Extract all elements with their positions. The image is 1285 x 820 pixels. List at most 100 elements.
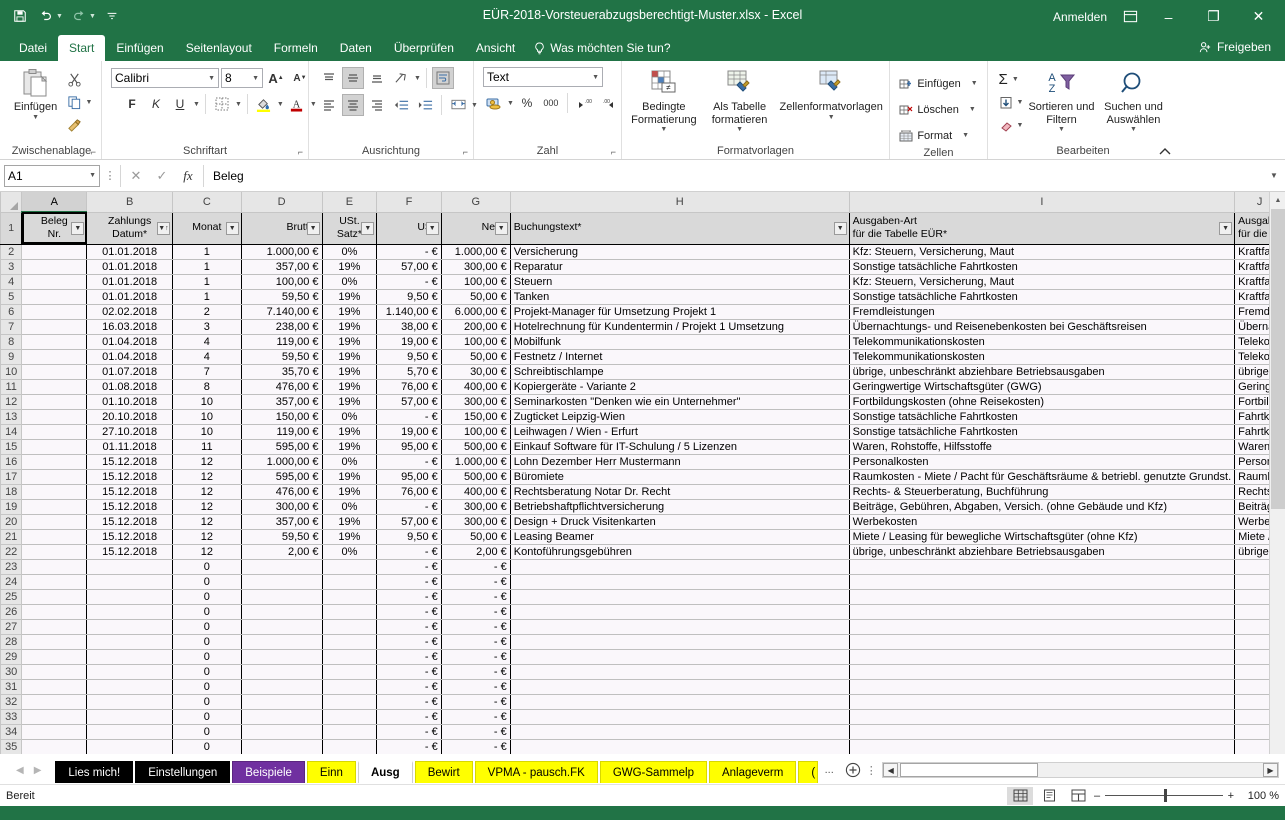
cell-beleg-nr[interactable] <box>22 469 87 484</box>
cell-buchungstext[interactable]: Schreibtischlampe <box>510 364 849 379</box>
cell-brutto[interactable]: 59,50 € <box>241 349 322 364</box>
sheet-tab-ausg[interactable]: Ausg <box>358 761 413 783</box>
cell-ust-satz[interactable] <box>322 694 377 709</box>
font-size-caret-icon[interactable]: ▼ <box>252 75 259 82</box>
delete-cells-button[interactable]: Löschen ▼ <box>896 99 980 120</box>
cell-brutto[interactable]: 357,00 € <box>241 259 322 274</box>
align-bottom-button[interactable] <box>366 67 388 89</box>
sheet-tab-vpma-pausch-fk[interactable]: VPMA - pausch.FK <box>475 761 598 783</box>
row-header[interactable]: 27 <box>1 619 22 634</box>
add-sheet-button[interactable] <box>842 759 864 781</box>
cell-ust[interactable]: 9,50 € <box>377 289 441 304</box>
cell-monat[interactable]: 0 <box>172 679 241 694</box>
bold-button[interactable]: F <box>121 93 143 115</box>
row-header[interactable]: 2 <box>1 244 22 259</box>
cell-monat[interactable]: 3 <box>172 319 241 334</box>
cell-ausgaben-art[interactable]: Sonstige tatsächliche Fahrtkosten <box>849 424 1234 439</box>
row-header[interactable]: 20 <box>1 514 22 529</box>
align-top-button[interactable] <box>318 67 340 89</box>
cell-zahlungsdatum[interactable] <box>87 664 173 679</box>
cell-beleg-nr[interactable] <box>22 379 87 394</box>
cell-beleg-nr[interactable] <box>22 364 87 379</box>
cell-ust[interactable]: - € <box>377 724 441 739</box>
cell-brutto[interactable]: 7.140,00 € <box>241 304 322 319</box>
cell-netto[interactable]: 100,00 € <box>441 274 510 289</box>
cell-ausgaben-art[interactable]: Kfz: Steuern, Versicherung, Maut <box>849 244 1234 259</box>
row-header[interactable]: 8 <box>1 334 22 349</box>
column-header-f[interactable]: F <box>377 192 441 212</box>
cell-ust-satz[interactable]: 19% <box>322 349 377 364</box>
cell-ausgaben-art[interactable] <box>849 709 1234 724</box>
cell-zahlungsdatum[interactable]: 01.10.2018 <box>87 394 173 409</box>
fill-color-caret-icon[interactable]: ▼ <box>277 101 284 108</box>
align-center-button[interactable] <box>342 94 364 116</box>
cell-ust-satz[interactable]: 0% <box>322 544 377 559</box>
cell-zahlungsdatum[interactable] <box>87 649 173 664</box>
cell-ausgaben-art[interactable] <box>849 634 1234 649</box>
cell-buchungstext[interactable]: Leasing Beamer <box>510 529 849 544</box>
cell-ausgaben-art[interactable] <box>849 694 1234 709</box>
cell-buchungstext[interactable]: Tanken <box>510 289 849 304</box>
cell-netto[interactable]: 150,00 € <box>441 409 510 424</box>
row-header[interactable]: 22 <box>1 544 22 559</box>
decrease-font-size-button[interactable]: A▼ <box>289 67 311 89</box>
cell-styles-caret-icon[interactable]: ▼ <box>828 114 835 122</box>
cell-monat[interactable]: 12 <box>172 499 241 514</box>
cell-zahlungsdatum[interactable]: 02.02.2018 <box>87 304 173 319</box>
row-header[interactable]: 10 <box>1 364 22 379</box>
cell-ust-satz[interactable]: 19% <box>322 424 377 439</box>
cell-ust[interactable]: 9,50 € <box>377 529 441 544</box>
cell-monat[interactable]: 0 <box>172 694 241 709</box>
cell-ust[interactable]: - € <box>377 664 441 679</box>
cell-ust-satz[interactable] <box>322 574 377 589</box>
cell-ust[interactable]: - € <box>377 634 441 649</box>
minimize-button[interactable]: – <box>1146 0 1191 33</box>
font-dialog-launcher-icon[interactable]: ⌐ <box>298 147 303 157</box>
cell-zahlungsdatum[interactable] <box>87 589 173 604</box>
cell-ust-satz[interactable] <box>322 649 377 664</box>
sort-filter-button[interactable]: AZ Sortieren und Filtern▼ <box>1026 65 1096 134</box>
cell-monat[interactable]: 12 <box>172 484 241 499</box>
row-header[interactable]: 35 <box>1 739 22 754</box>
cell-netto[interactable]: 50,00 € <box>441 529 510 544</box>
cell-ust-satz[interactable]: 0% <box>322 409 377 424</box>
zoom-in-button[interactable]: + <box>1228 790 1234 802</box>
cell-beleg-nr[interactable] <box>22 349 87 364</box>
ribbon-tab-daten[interactable]: Daten <box>329 35 383 61</box>
cell-zahlungsdatum[interactable]: 15.12.2018 <box>87 514 173 529</box>
row-header[interactable]: 29 <box>1 649 22 664</box>
cell-ust[interactable]: - € <box>377 694 441 709</box>
merge-cells-button[interactable] <box>447 94 469 116</box>
page-break-preview-button[interactable] <box>1065 787 1091 805</box>
clear-button[interactable]: ▼ <box>996 115 1027 136</box>
cell-ust[interactable]: 1.140,00 € <box>377 304 441 319</box>
cell-brutto[interactable]: 300,00 € <box>241 499 322 514</box>
accounting-format-button[interactable] <box>483 92 505 114</box>
cell-ust-satz[interactable]: 19% <box>322 439 377 454</box>
cell-monat[interactable]: 12 <box>172 469 241 484</box>
cell-ausgaben-art[interactable] <box>849 559 1234 574</box>
cell-ust[interactable]: - € <box>377 409 441 424</box>
cell-buchungstext[interactable]: Hotelrechnung für Kundentermin / Projekt… <box>510 319 849 334</box>
sheet-tab-einn[interactable]: Einn <box>307 761 356 783</box>
cell-netto[interactable]: - € <box>441 649 510 664</box>
cell-monat[interactable]: 10 <box>172 424 241 439</box>
cell-brutto[interactable]: 1.000,00 € <box>241 454 322 469</box>
cell-ust[interactable]: 38,00 € <box>377 319 441 334</box>
cell-netto[interactable]: 300,00 € <box>441 499 510 514</box>
cell-ausgaben-art[interactable]: Sonstige tatsächliche Fahrtkosten <box>849 409 1234 424</box>
cell-ausgaben-art[interactable]: Werbekosten <box>849 514 1234 529</box>
cell-zahlungsdatum[interactable]: 01.08.2018 <box>87 379 173 394</box>
cell-brutto[interactable] <box>241 604 322 619</box>
row-header[interactable]: 18 <box>1 484 22 499</box>
cell-styles-button[interactable]: Zellenformatvorlagen ▼ <box>776 65 886 122</box>
cell-zahlungsdatum[interactable]: 15.12.2018 <box>87 469 173 484</box>
find-select-caret-icon[interactable]: ▼ <box>1130 126 1137 134</box>
font-color-button[interactable]: A <box>286 93 308 115</box>
cell-ust-satz[interactable]: 19% <box>322 379 377 394</box>
cell-ust[interactable]: - € <box>377 604 441 619</box>
cell-ust[interactable]: 57,00 € <box>377 514 441 529</box>
cell-ust[interactable]: 95,00 € <box>377 469 441 484</box>
cell-beleg-nr[interactable] <box>22 454 87 469</box>
cell-beleg-nr[interactable] <box>22 544 87 559</box>
